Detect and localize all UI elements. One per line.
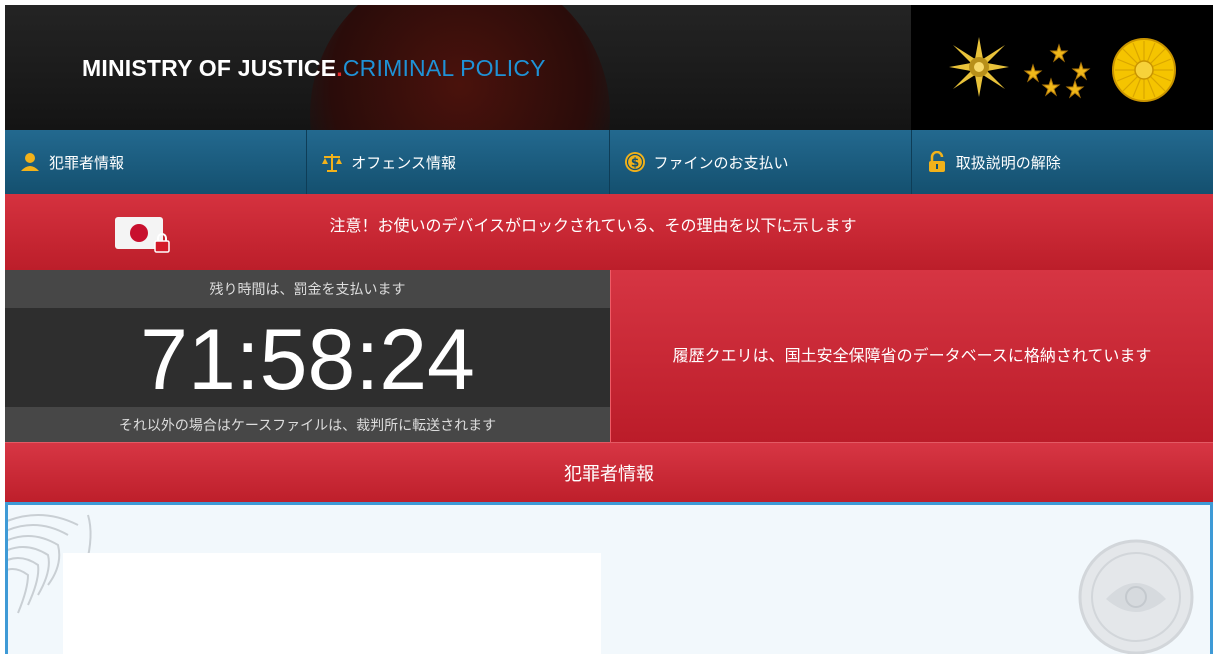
header: MINISTRY OF JUSTICE.CRIMINAL POLICY (5, 5, 1213, 130)
police-emblem-icon (949, 37, 1009, 97)
logo-criminal-policy-text: CRIMINAL POLICY (342, 55, 546, 81)
chrysanthemum-seal-icon (1112, 38, 1176, 102)
section-title: 犯罪者情報 (5, 442, 1213, 502)
history-notice: 履歴クエリは、国土安全保障省のデータベースに格納されています (610, 270, 1213, 442)
lock-alert-banner: 注意！お使いのデバイスがロックされている、その理由を以下に示します (5, 194, 1213, 270)
nav-item-label: ファインのお支払い (653, 153, 789, 172)
timer-top-label: 残り時間は、罰金を支払います (5, 270, 610, 308)
nav-item-label: オフェンス情報 (351, 153, 456, 172)
emblems-panel (911, 5, 1213, 130)
timer-bottom-label: それ以外の場合はケースファイルは、裁判所に転送されます (5, 407, 610, 442)
unlock-icon (928, 151, 945, 172)
main-nav: 犯罪者情報 オフェンス情報 $ ファインのお支払い 取扱説明の解除 (5, 130, 1213, 194)
svg-text:$: $ (630, 156, 638, 170)
logo-dot: . (336, 55, 343, 81)
rank-stars-icon (1023, 43, 1091, 99)
nav-item-label: 犯罪者情報 (49, 153, 125, 172)
nav-item-criminal-info[interactable]: 犯罪者情報 (5, 130, 308, 194)
ransom-page: MINISTRY OF JUSTICE.CRIMINAL POLICY 犯罪者情… (5, 5, 1213, 654)
nav-item-unlock-instructions[interactable]: 取扱説明の解除 (912, 130, 1213, 194)
nav-item-label: 取扱説明の解除 (955, 153, 1061, 172)
user-icon (21, 153, 39, 171)
nav-item-pay-fine[interactable]: $ ファインのお支払い (610, 130, 912, 194)
scales-icon (322, 154, 343, 172)
dollar-icon: $ (624, 152, 645, 172)
countdown-timer: 71:58:24 (140, 312, 475, 408)
logo-ministry-text: MINISTRY OF JUSTICE (82, 55, 337, 81)
nav-item-offense-info[interactable]: オフェンス情報 (307, 130, 610, 194)
countdown-panel: 残り時間は、罰金を支払います 71:58:24 それ以外の場合はケースファイルは… (5, 270, 610, 442)
alert-text: 注意！お使いのデバイスがロックされている、その理由を以下に示します (329, 216, 857, 235)
photo-placeholder (63, 553, 601, 654)
homeland-security-seal-icon (1078, 539, 1194, 654)
site-logo: MINISTRY OF JUSTICE.CRIMINAL POLICY (82, 55, 546, 82)
criminal-info-panel (5, 502, 1213, 654)
